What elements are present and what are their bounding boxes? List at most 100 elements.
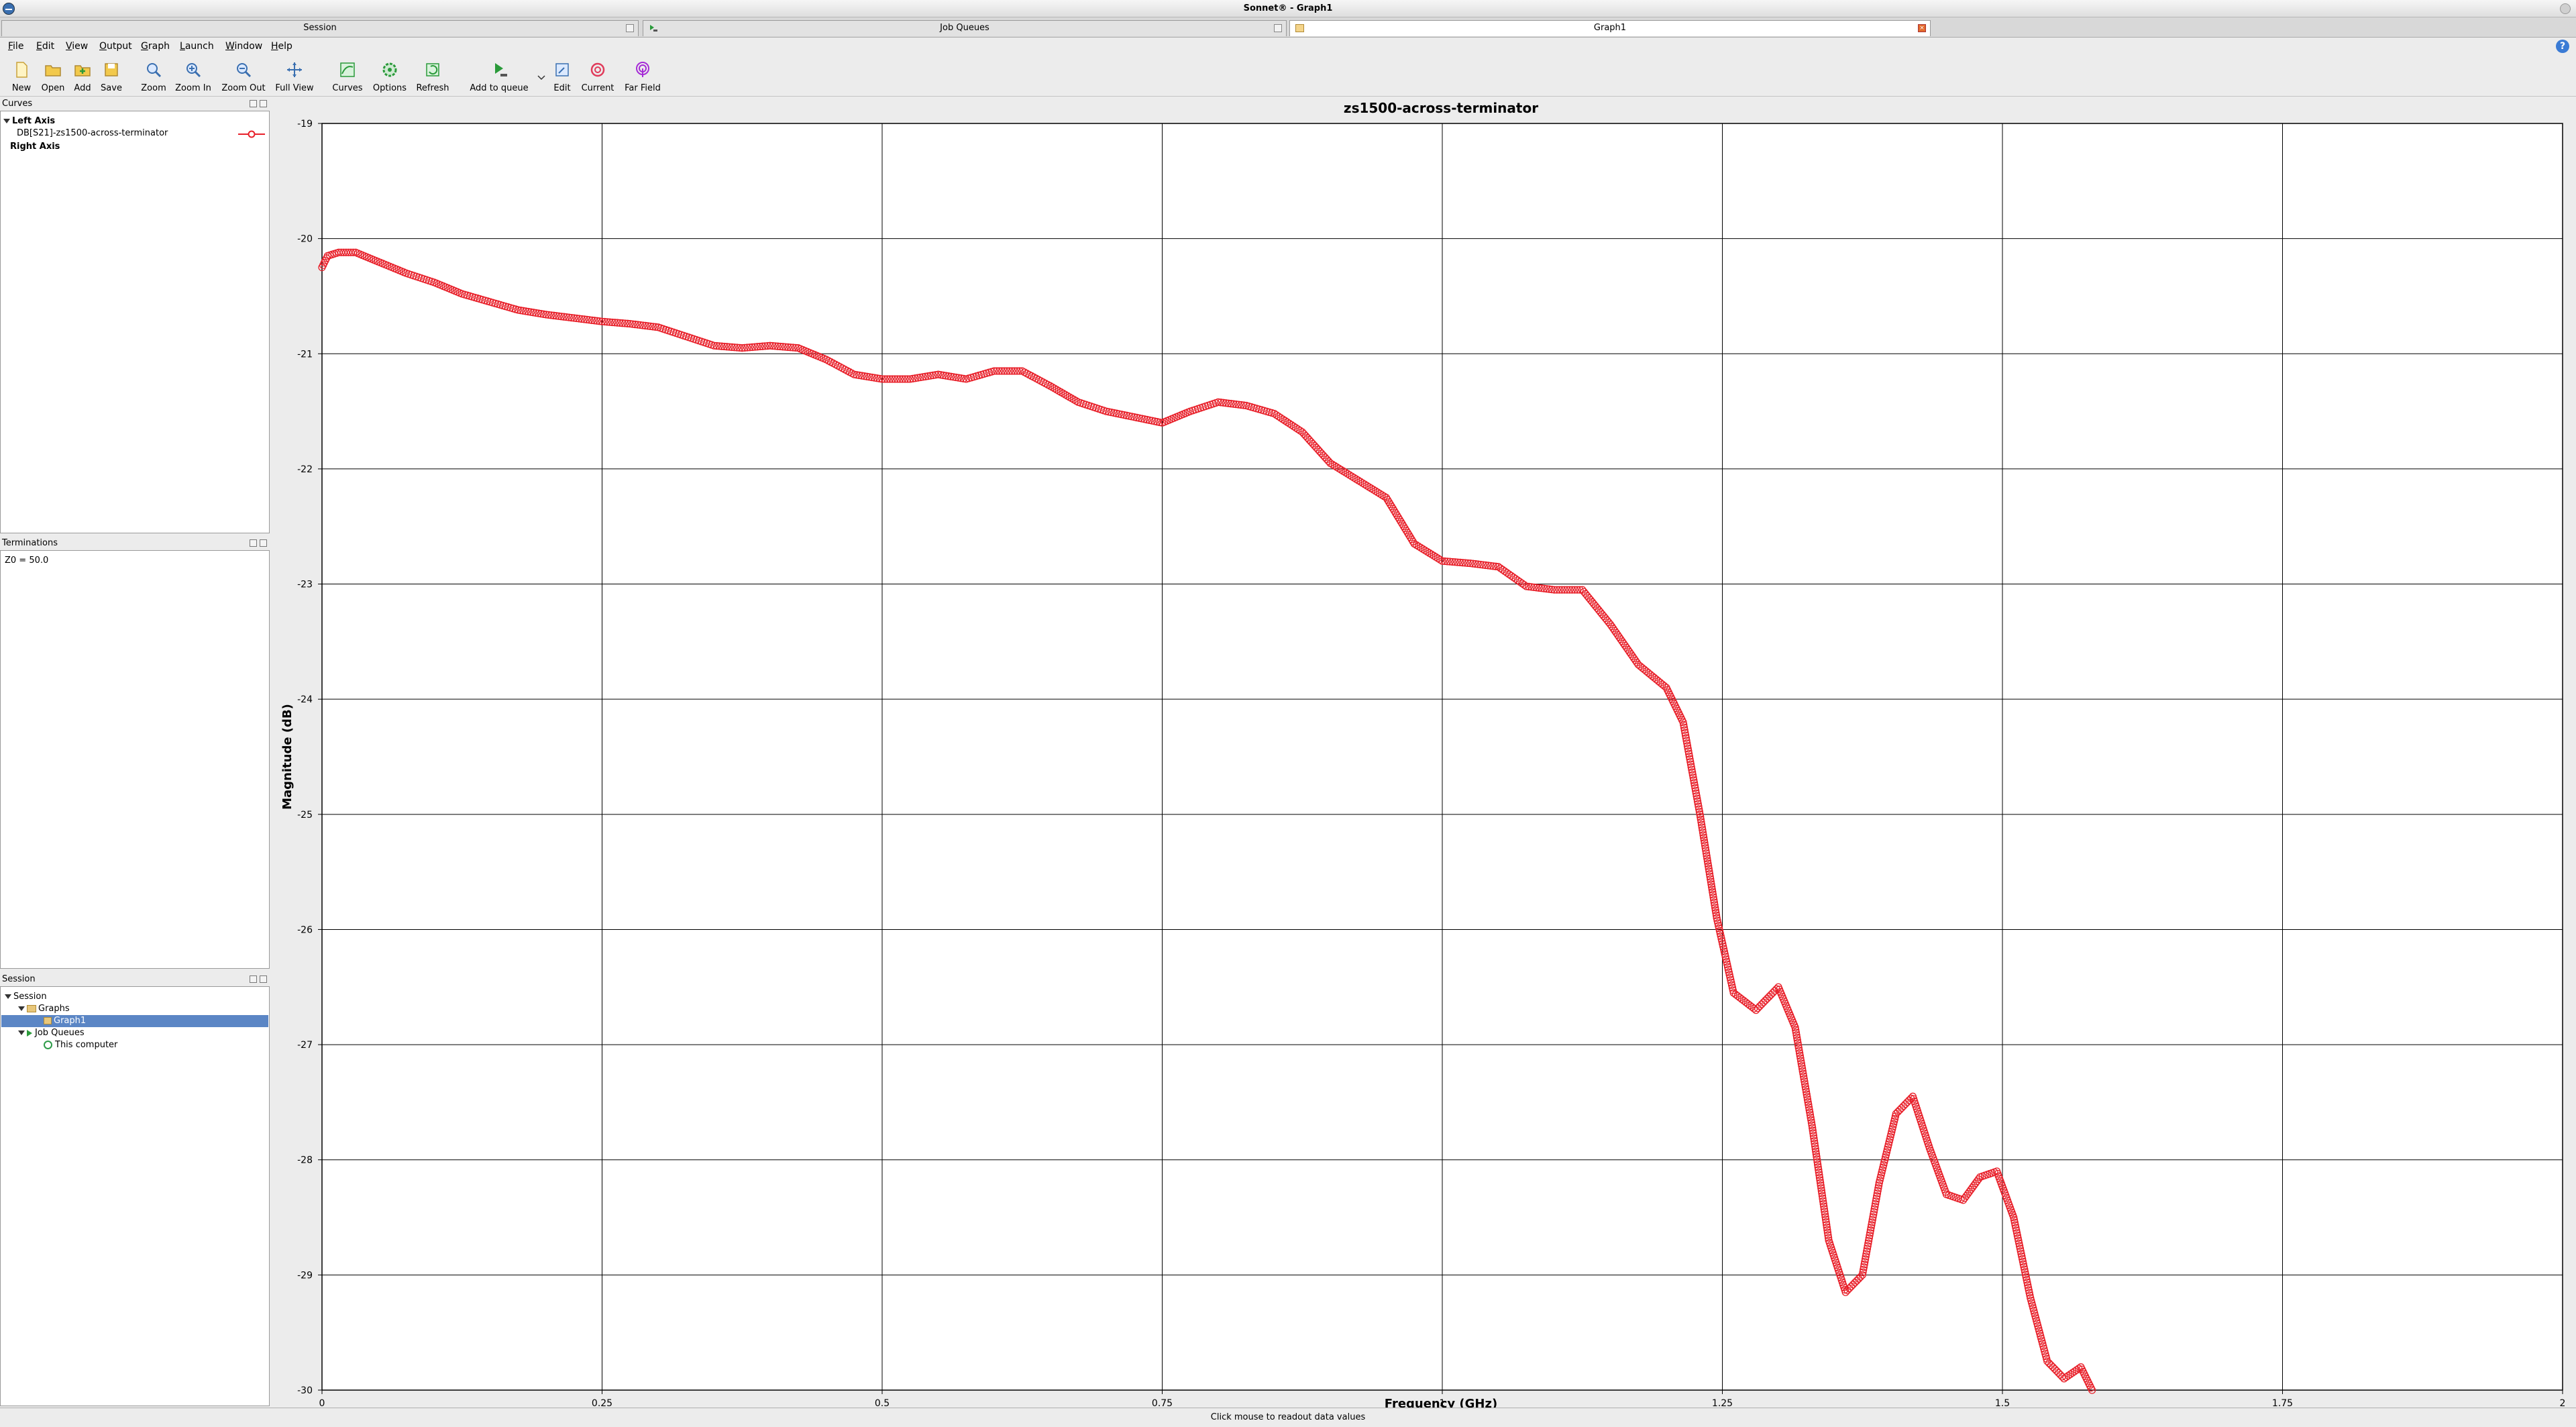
full-view-icon <box>287 62 302 77</box>
curves-icon <box>340 62 355 77</box>
job-queues-label: Job Queues <box>35 1028 85 1038</box>
new-button[interactable]: New <box>7 59 36 94</box>
current-label: Current <box>581 83 614 93</box>
chevron-down-icon <box>537 75 545 81</box>
options-button[interactable]: Options <box>370 59 409 94</box>
close-icon[interactable] <box>260 100 267 107</box>
tab-strip: Session Job Queues Graph1 × <box>0 17 2576 38</box>
y-tick-label: -30 <box>297 1385 313 1396</box>
add-to-queue-icon <box>495 63 507 76</box>
refresh-label: Refresh <box>416 83 449 93</box>
save-label: Save <box>101 83 122 93</box>
open-button[interactable]: Open <box>38 59 68 94</box>
chart-title: zs1500-across-terminator <box>1344 100 1538 116</box>
folder-icon <box>27 1005 36 1012</box>
new-label: New <box>11 83 32 93</box>
zoom-in-label: Zoom In <box>175 83 211 93</box>
menu-file[interactable]: File <box>8 40 23 52</box>
right-axis-node[interactable]: Right Axis <box>10 141 60 153</box>
y-tick-label: -26 <box>297 924 313 935</box>
menu-edit[interactable]: Edit <box>36 40 54 52</box>
add-label: Add <box>74 83 91 93</box>
menu-launch[interactable]: Launch <box>180 40 214 52</box>
add-to-queue-label: Add to queue <box>470 83 529 93</box>
edit-icon <box>555 63 569 76</box>
tab-graph1-label: Graph1 <box>1593 23 1627 33</box>
tab-job-queues[interactable]: Job Queues <box>643 20 1287 36</box>
job-queue-icon <box>27 1029 32 1037</box>
zoom-in-button[interactable]: Zoom In <box>174 59 212 94</box>
x-tick-label: 0 <box>319 1398 325 1408</box>
x-tick-label: 0.5 <box>875 1398 890 1408</box>
terminations-panel: Z0 = 50.0 <box>0 550 270 969</box>
help-icon[interactable]: ? <box>2556 40 2569 53</box>
this-computer-label: This computer <box>55 1040 118 1050</box>
tab-session[interactable]: Session <box>1 20 639 36</box>
y-tick-label: -28 <box>297 1155 313 1166</box>
y-tick-label: -22 <box>297 464 313 475</box>
curve-entry[interactable]: DB[S21]-zs1500-across-terminator <box>17 127 168 140</box>
menu-output[interactable]: Output <box>99 40 132 52</box>
graph1-node[interactable]: Graph1 <box>44 1015 86 1027</box>
add-button[interactable]: Add <box>68 59 97 94</box>
expand-triangle-icon[interactable] <box>5 994 11 999</box>
x-tick-label: 1.25 <box>1712 1398 1733 1408</box>
add-to-queue-button[interactable]: Add to queue <box>467 59 531 94</box>
session-panel-header: Session <box>0 973 270 986</box>
close-icon[interactable] <box>626 24 634 32</box>
session-root-node[interactable]: Session <box>5 991 47 1003</box>
y-tick-label: -21 <box>297 349 313 360</box>
save-button[interactable]: Save <box>97 59 126 94</box>
window-control-icon[interactable] <box>2560 3 2571 14</box>
graph1-selection <box>1 1015 268 1027</box>
full-view-button[interactable]: Full View <box>272 59 317 94</box>
zoom-out-button[interactable]: Zoom Out <box>219 59 268 94</box>
refresh-button[interactable]: Refresh <box>412 59 453 94</box>
left-axis-node[interactable]: Left Axis <box>3 115 55 127</box>
curves-label: Curves <box>332 83 363 93</box>
close-icon[interactable] <box>260 539 267 547</box>
open-label: Open <box>41 83 65 93</box>
far-field-button[interactable]: Far Field <box>621 59 664 94</box>
add-file-icon <box>74 65 91 76</box>
expand-triangle-icon[interactable] <box>18 1006 25 1011</box>
x-tick-label: 2 <box>2560 1398 2566 1408</box>
edit-label: Edit <box>553 83 571 93</box>
menu-graph[interactable]: Graph <box>141 40 170 52</box>
status-text: Click mouse to readout data values <box>1210 1412 1366 1422</box>
curves-button[interactable]: Curves <box>329 59 366 94</box>
sonnet-app-icon <box>3 3 15 15</box>
close-icon[interactable] <box>260 975 267 983</box>
maximize-icon[interactable] <box>250 100 257 107</box>
menu-help[interactable]: Help <box>271 40 292 52</box>
graphs-node[interactable]: Graphs <box>18 1003 70 1015</box>
termination-value: Z0 = 50.0 <box>5 556 49 566</box>
tab-session-label: Session <box>303 23 337 33</box>
close-icon[interactable] <box>1274 24 1282 32</box>
graph-area[interactable]: zs1500-across-terminator 0 0.25 0.5 0.75 1 1.… <box>271 98 2576 1408</box>
menu-window[interactable]: Window <box>225 40 262 52</box>
zoom-button[interactable]: Zoom <box>137 59 170 94</box>
toolbar: New Open Add Save Zoom Zoom In Zoom Out … <box>0 55 2576 97</box>
save-icon <box>105 63 118 76</box>
graph-icon <box>1295 24 1304 32</box>
curves-panel-header: Curves <box>0 98 270 110</box>
plot-svg[interactable]: zs1500-across-terminator 0 0.25 0.5 0.75 1 1.… <box>271 98 2576 1408</box>
close-icon[interactable]: × <box>1918 24 1926 32</box>
expand-triangle-icon[interactable] <box>3 119 10 123</box>
options-gear-icon <box>382 62 397 77</box>
maximize-icon[interactable] <box>250 539 257 547</box>
edit-button[interactable]: Edit <box>550 59 574 94</box>
maximize-icon[interactable] <box>250 975 257 983</box>
this-computer-node[interactable]: This computer <box>44 1039 117 1051</box>
queue-dropdown-button[interactable] <box>534 59 549 94</box>
refresh-icon <box>426 63 439 76</box>
session-root-label: Session <box>13 992 47 1002</box>
current-button[interactable]: Current <box>578 59 617 94</box>
menu-view[interactable]: View <box>66 40 88 52</box>
window-title: Sonnet® - Graph1 <box>1243 3 1333 13</box>
menu-bar: File Edit View Output Graph Launch Windo… <box>0 38 2576 55</box>
tab-graph1[interactable]: Graph1 × <box>1289 20 1931 36</box>
job-queues-node[interactable]: Job Queues <box>18 1027 85 1039</box>
expand-triangle-icon[interactable] <box>18 1030 25 1035</box>
